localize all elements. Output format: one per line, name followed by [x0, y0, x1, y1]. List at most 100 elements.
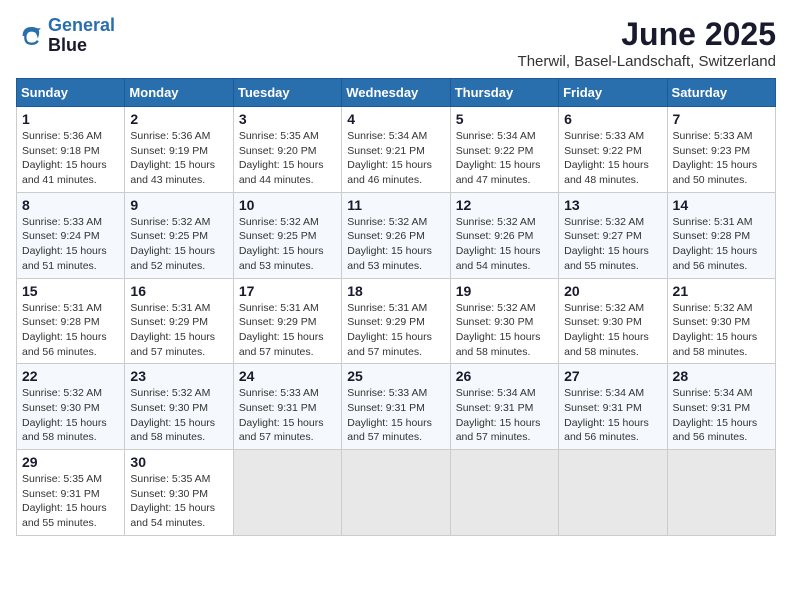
day-number: 15 [22, 283, 119, 299]
calendar-cell: 3 Sunrise: 5:35 AMSunset: 9:20 PMDaylight… [233, 107, 341, 193]
calendar-cell: 11 Sunrise: 5:32 AMSunset: 9:26 PMDayligh… [342, 192, 450, 278]
calendar-cell: 5Sunrise: 5:34 AMSunset: 9:22 PMDaylight… [450, 107, 558, 193]
weekday-header-saturday: Saturday [667, 79, 775, 107]
calendar-week-row: 22 Sunrise: 5:32 AMSunset: 9:30 PMDayligh… [17, 364, 776, 450]
calendar-cell [450, 450, 558, 536]
day-number: 19 [456, 283, 553, 299]
day-number: 18 [347, 283, 444, 299]
day-info: Sunrise: 5:36 AMSunset: 9:19 PMDaylight:… [130, 129, 227, 188]
day-info: Sunrise: 5:32 AMSunset: 9:30 PMDaylight:… [22, 386, 119, 445]
day-info: Sunrise: 5:32 AMSunset: 9:30 PMDaylight:… [673, 301, 770, 360]
day-info: Sunrise: 5:31 AMSunset: 9:29 PMDaylight:… [130, 301, 227, 360]
logo-icon [16, 22, 44, 50]
day-number: 27 [564, 368, 661, 384]
calendar-cell: 12Sunrise: 5:32 AMSunset: 9:26 PMDayligh… [450, 192, 558, 278]
day-info: Sunrise: 5:34 AMSunset: 9:31 PMDaylight:… [456, 386, 553, 445]
calendar-cell: 20 Sunrise: 5:32 AMSunset: 9:30 PMDayligh… [559, 278, 667, 364]
day-info: Sunrise: 5:32 AMSunset: 9:25 PMDaylight:… [130, 215, 227, 274]
calendar-cell: 17 Sunrise: 5:31 AMSunset: 9:29 PMDayligh… [233, 278, 341, 364]
day-number: 24 [239, 368, 336, 384]
day-number: 13 [564, 197, 661, 213]
weekday-header-row: SundayMondayTuesdayWednesdayThursdayFrid… [17, 79, 776, 107]
calendar-week-row: 8Sunrise: 5:33 AMSunset: 9:24 PMDaylight… [17, 192, 776, 278]
calendar-cell: 13Sunrise: 5:32 AMSunset: 9:27 PMDayligh… [559, 192, 667, 278]
day-info: Sunrise: 5:33 AMSunset: 9:24 PMDaylight:… [22, 215, 119, 274]
calendar-cell: 26Sunrise: 5:34 AMSunset: 9:31 PMDayligh… [450, 364, 558, 450]
logo-text: General Blue [48, 16, 115, 56]
title-area: June 2025 Therwil, Basel-Landschaft, Swi… [518, 16, 776, 70]
calendar-cell: 27 Sunrise: 5:34 AMSunset: 9:31 PMDayligh… [559, 364, 667, 450]
day-info: Sunrise: 5:32 AMSunset: 9:30 PMDaylight:… [564, 301, 661, 360]
weekday-header-monday: Monday [125, 79, 233, 107]
day-info: Sunrise: 5:33 AMSunset: 9:22 PMDaylight:… [564, 129, 661, 188]
calendar-cell [667, 450, 775, 536]
day-info: Sunrise: 5:31 AMSunset: 9:29 PMDaylight:… [347, 301, 444, 360]
calendar-cell [233, 450, 341, 536]
calendar-week-row: 1Sunrise: 5:36 AMSunset: 9:18 PMDaylight… [17, 107, 776, 193]
day-info: Sunrise: 5:31 AMSunset: 9:29 PMDaylight:… [239, 301, 336, 360]
calendar-cell: 1Sunrise: 5:36 AMSunset: 9:18 PMDaylight… [17, 107, 125, 193]
day-info: Sunrise: 5:33 AMSunset: 9:31 PMDaylight:… [239, 386, 336, 445]
weekday-header-tuesday: Tuesday [233, 79, 341, 107]
calendar-cell: 21Sunrise: 5:32 AMSunset: 9:30 PMDayligh… [667, 278, 775, 364]
day-number: 11 [347, 197, 444, 213]
day-info: Sunrise: 5:35 AMSunset: 9:31 PMDaylight:… [22, 472, 119, 531]
day-info: Sunrise: 5:35 AMSunset: 9:30 PMDaylight:… [130, 472, 227, 531]
day-info: Sunrise: 5:35 AMSunset: 9:20 PMDaylight:… [239, 129, 336, 188]
calendar-cell: 25 Sunrise: 5:33 AMSunset: 9:31 PMDayligh… [342, 364, 450, 450]
day-info: Sunrise: 5:34 AMSunset: 9:31 PMDaylight:… [673, 386, 770, 445]
calendar-cell: 14 Sunrise: 5:31 AMSunset: 9:28 PMDayligh… [667, 192, 775, 278]
day-info: Sunrise: 5:32 AMSunset: 9:30 PMDaylight:… [130, 386, 227, 445]
day-info: Sunrise: 5:34 AMSunset: 9:31 PMDaylight:… [564, 386, 661, 445]
calendar-cell: 30 Sunrise: 5:35 AMSunset: 9:30 PMDayligh… [125, 450, 233, 536]
calendar-cell: 7 Sunrise: 5:33 AMSunset: 9:23 PMDaylight… [667, 107, 775, 193]
day-number: 17 [239, 283, 336, 299]
calendar-cell: 19 Sunrise: 5:32 AMSunset: 9:30 PMDayligh… [450, 278, 558, 364]
calendar-cell: 16Sunrise: 5:31 AMSunset: 9:29 PMDayligh… [125, 278, 233, 364]
calendar-cell: 28 Sunrise: 5:34 AMSunset: 9:31 PMDayligh… [667, 364, 775, 450]
day-number: 25 [347, 368, 444, 384]
calendar-cell: 2 Sunrise: 5:36 AMSunset: 9:19 PMDaylight… [125, 107, 233, 193]
day-number: 2 [130, 111, 227, 127]
calendar-cell: 10 Sunrise: 5:32 AMSunset: 9:25 PMDayligh… [233, 192, 341, 278]
day-number: 22 [22, 368, 119, 384]
day-number: 29 [22, 454, 119, 470]
day-number: 10 [239, 197, 336, 213]
day-number: 1 [22, 111, 119, 127]
weekday-header-friday: Friday [559, 79, 667, 107]
day-info: Sunrise: 5:32 AMSunset: 9:25 PMDaylight:… [239, 215, 336, 274]
calendar-table: SundayMondayTuesdayWednesdayThursdayFrid… [16, 78, 776, 536]
day-number: 9 [130, 197, 227, 213]
day-number: 14 [673, 197, 770, 213]
day-info: Sunrise: 5:32 AMSunset: 9:26 PMDaylight:… [347, 215, 444, 274]
weekday-header-sunday: Sunday [17, 79, 125, 107]
day-number: 28 [673, 368, 770, 384]
weekday-header-wednesday: Wednesday [342, 79, 450, 107]
day-info: Sunrise: 5:31 AMSunset: 9:28 PMDaylight:… [22, 301, 119, 360]
day-info: Sunrise: 5:32 AMSunset: 9:26 PMDaylight:… [456, 215, 553, 274]
day-number: 3 [239, 111, 336, 127]
calendar-week-row: 29 Sunrise: 5:35 AMSunset: 9:31 PMDayligh… [17, 450, 776, 536]
day-number: 20 [564, 283, 661, 299]
calendar-cell: 18 Sunrise: 5:31 AMSunset: 9:29 PMDayligh… [342, 278, 450, 364]
day-number: 30 [130, 454, 227, 470]
day-info: Sunrise: 5:32 AMSunset: 9:30 PMDaylight:… [456, 301, 553, 360]
day-info: Sunrise: 5:33 AMSunset: 9:23 PMDaylight:… [673, 129, 770, 188]
day-number: 23 [130, 368, 227, 384]
calendar-cell: 22 Sunrise: 5:32 AMSunset: 9:30 PMDayligh… [17, 364, 125, 450]
day-number: 7 [673, 111, 770, 127]
page-title: June 2025 [518, 16, 776, 53]
calendar-cell: 9 Sunrise: 5:32 AMSunset: 9:25 PMDaylight… [125, 192, 233, 278]
calendar-cell [342, 450, 450, 536]
calendar-cell: 4Sunrise: 5:34 AMSunset: 9:21 PMDaylight… [342, 107, 450, 193]
day-info: Sunrise: 5:34 AMSunset: 9:21 PMDaylight:… [347, 129, 444, 188]
page-header: General Blue June 2025 Therwil, Basel-La… [16, 16, 776, 70]
day-number: 6 [564, 111, 661, 127]
weekday-header-thursday: Thursday [450, 79, 558, 107]
day-number: 5 [456, 111, 553, 127]
day-info: Sunrise: 5:33 AMSunset: 9:31 PMDaylight:… [347, 386, 444, 445]
logo: General Blue [16, 16, 115, 56]
page-subtitle: Therwil, Basel-Landschaft, Switzerland [518, 53, 776, 70]
calendar-week-row: 15 Sunrise: 5:31 AMSunset: 9:28 PMDayligh… [17, 278, 776, 364]
day-info: Sunrise: 5:31 AMSunset: 9:28 PMDaylight:… [673, 215, 770, 274]
